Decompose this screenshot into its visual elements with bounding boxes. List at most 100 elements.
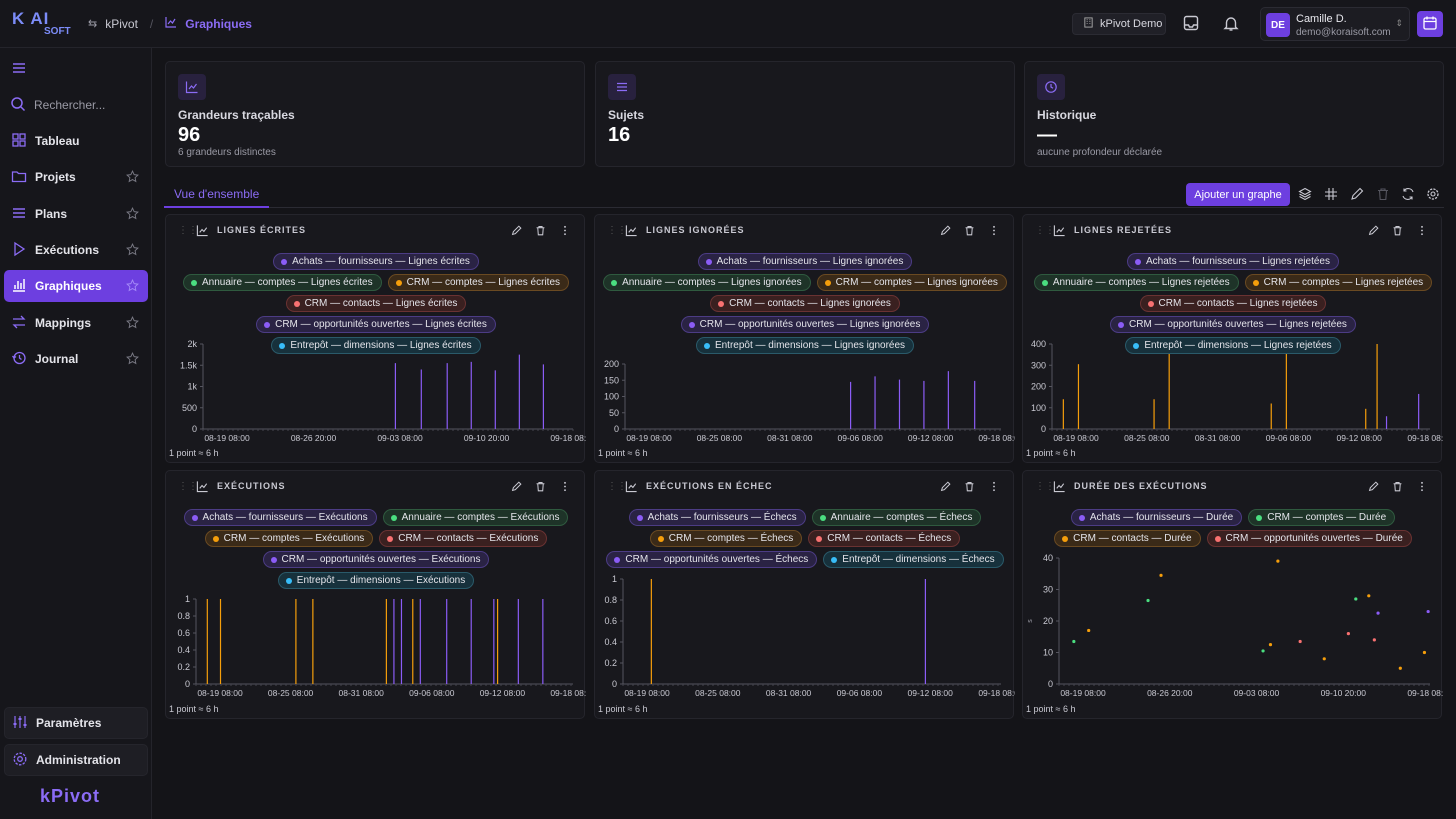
legend-chip[interactable]: CRM — comptes — Échecs (649, 530, 803, 547)
legend-dot (1147, 300, 1154, 307)
layers-icon[interactable] (1298, 187, 1312, 201)
trash-icon[interactable] (1392, 225, 1403, 239)
user-menu[interactable]: DE Camille D. demo@koraisoft.com ⇕ (1260, 7, 1410, 41)
legend-chip[interactable]: CRM — comptes — Lignes ignorées (816, 274, 1007, 291)
bell-icon[interactable] (1222, 14, 1242, 34)
drag-handle-icon[interactable]: ⋮⋮ (607, 225, 627, 236)
legend-chip[interactable]: CRM — comptes — Exécutions (204, 530, 374, 547)
pencil-icon[interactable] (511, 225, 522, 239)
pencil-icon[interactable] (1368, 225, 1379, 239)
kebab-menu-icon[interactable] (563, 481, 567, 495)
sidebar-item-executions[interactable]: Exécutions (4, 234, 148, 266)
search-input[interactable]: Rechercher... (10, 96, 148, 114)
legend-chip[interactable]: Achats — fournisseurs — Durée (1070, 509, 1243, 526)
pencil-icon[interactable] (1350, 187, 1364, 201)
trash-icon[interactable] (1376, 187, 1390, 201)
legend-chip[interactable]: Achats — fournisseurs — Lignes rejetées (1127, 253, 1339, 270)
pencil-icon[interactable] (511, 481, 522, 495)
pencil-icon[interactable] (940, 225, 951, 239)
legend-chip[interactable]: Achats — fournisseurs — Exécutions (183, 509, 377, 526)
legend-chip[interactable]: Entrepôt — dimensions — Lignes ignorées (695, 337, 915, 354)
legend-chip[interactable]: Achats — fournisseurs — Lignes écrites (273, 253, 479, 270)
legend-chip[interactable]: Entrepôt — dimensions — Exécutions (277, 572, 475, 589)
pencil-icon[interactable] (940, 481, 951, 495)
breadcrumb-root[interactable]: kPivot (105, 17, 138, 31)
add-graph-button[interactable]: Ajouter un graphe (1186, 183, 1290, 206)
tab-overview[interactable]: Vue d'ensemble (164, 182, 270, 208)
refresh-icon[interactable] (1401, 187, 1415, 201)
legend-chip[interactable]: CRM — contacts — Durée (1054, 530, 1201, 547)
legend-chip[interactable]: Annuaire — comptes — Échecs (811, 509, 982, 526)
tenant-selector[interactable]: kPivot Demo (1072, 13, 1166, 35)
star-icon[interactable] (126, 316, 139, 332)
legend-chip[interactable]: Entrepôt — dimensions — Lignes rejetées (1125, 337, 1341, 354)
drag-handle-icon[interactable]: ⋮⋮ (607, 481, 627, 492)
star-icon[interactable] (126, 243, 139, 259)
legend-chip[interactable]: Achats — fournisseurs — Lignes ignorées (697, 253, 913, 270)
y-tick-label: 1.5k (180, 360, 198, 370)
y-tick-label: 0.4 (177, 645, 190, 655)
pencil-icon[interactable] (1368, 481, 1379, 495)
legend-chip[interactable]: Annuaire — comptes — Lignes ignorées (603, 274, 811, 291)
legend-chip[interactable]: Annuaire — comptes — Lignes rejetées (1033, 274, 1239, 291)
legend-chip[interactable]: Achats — fournisseurs — Échecs (628, 509, 806, 526)
star-icon[interactable] (126, 170, 139, 186)
legend-chip[interactable]: CRM — comptes — Lignes rejetées (1244, 274, 1433, 291)
trash-icon[interactable] (1392, 481, 1403, 495)
legend-chip[interactable]: CRM — opportunités ouvertes — Exécutions (262, 551, 490, 568)
line-chart-icon (1053, 480, 1066, 496)
legend-chip[interactable]: CRM — contacts — Lignes rejetées (1139, 295, 1327, 312)
drag-handle-icon[interactable]: ⋮⋮ (178, 481, 198, 492)
legend-chip[interactable]: Entrepôt — dimensions — Échecs (823, 551, 1004, 568)
kebab-menu-icon[interactable] (1420, 481, 1424, 495)
legend-chip[interactable]: CRM — opportunités ouvertes — Lignes ign… (680, 316, 930, 333)
koraisoft-logo[interactable]: K AI SOFT (12, 10, 71, 38)
kebab-menu-icon[interactable] (992, 225, 996, 239)
inbox-icon[interactable] (1182, 14, 1202, 34)
legend-chip[interactable]: Entrepôt — dimensions — Lignes écrites (271, 337, 481, 354)
legend-chip[interactable]: CRM — comptes — Lignes écrites (387, 274, 570, 291)
data-point (1298, 639, 1302, 644)
legend-chip[interactable]: CRM — opportunités ouvertes — Lignes écr… (256, 316, 496, 333)
trash-icon[interactable] (535, 225, 546, 239)
legend-dot (387, 535, 394, 542)
drag-handle-icon[interactable]: ⋮⋮ (1035, 225, 1055, 236)
gear-icon[interactable] (1426, 187, 1440, 201)
star-icon[interactable] (126, 279, 139, 295)
legend-label: Annuaire — comptes — Lignes écrites (201, 277, 373, 288)
sidebar-item-mappings[interactable]: Mappings (4, 307, 148, 339)
sidebar-item-tableau[interactable]: Tableau (4, 125, 148, 157)
drag-handle-icon[interactable]: ⋮⋮ (1035, 481, 1055, 492)
administration-button[interactable]: Administration (4, 744, 148, 776)
menu-icon[interactable] (11, 60, 27, 79)
legend-chip[interactable]: CRM — opportunités ouvertes — Durée (1206, 530, 1412, 547)
sidebar-item-graphiques[interactable]: Graphiques (4, 270, 148, 302)
kebab-menu-icon[interactable] (563, 225, 567, 239)
legend-chip[interactable]: CRM — opportunités ouvertes — Échecs (606, 551, 818, 568)
x-tick-label: 08-19 08:00 (626, 433, 672, 443)
kebab-menu-icon[interactable] (1420, 225, 1424, 239)
grid-plus-icon[interactable] (1324, 187, 1338, 201)
x-tick-label: 09-18 08:00 (978, 688, 1015, 698)
drag-handle-icon[interactable]: ⋮⋮ (178, 225, 198, 236)
legend-chip[interactable]: CRM — contacts — Exécutions (379, 530, 548, 547)
legend-chip[interactable]: Annuaire — comptes — Exécutions (382, 509, 569, 526)
legend-chip[interactable]: CRM — opportunités ouvertes — Lignes rej… (1110, 316, 1356, 333)
calendar-button[interactable] (1417, 11, 1443, 37)
sidebar-item-plans[interactable]: Plans (4, 198, 148, 230)
trash-icon[interactable] (535, 481, 546, 495)
legend-chip[interactable]: Annuaire — comptes — Lignes écrites (182, 274, 382, 291)
legend-chip[interactable]: CRM — contacts — Lignes écrites (285, 295, 467, 312)
legend-dot (636, 514, 643, 521)
legend-chip[interactable]: CRM — comptes — Durée (1248, 509, 1396, 526)
star-icon[interactable] (126, 352, 139, 368)
sidebar-item-journal[interactable]: Journal (4, 343, 148, 375)
star-icon[interactable] (126, 207, 139, 223)
sidebar-item-projets[interactable]: Projets (4, 161, 148, 193)
trash-icon[interactable] (964, 481, 975, 495)
trash-icon[interactable] (964, 225, 975, 239)
legend-chip[interactable]: CRM — contacts — Lignes ignorées (710, 295, 900, 312)
settings-button[interactable]: Paramètres (4, 707, 148, 739)
kebab-menu-icon[interactable] (992, 481, 996, 495)
legend-chip[interactable]: CRM — contacts — Échecs (808, 530, 961, 547)
